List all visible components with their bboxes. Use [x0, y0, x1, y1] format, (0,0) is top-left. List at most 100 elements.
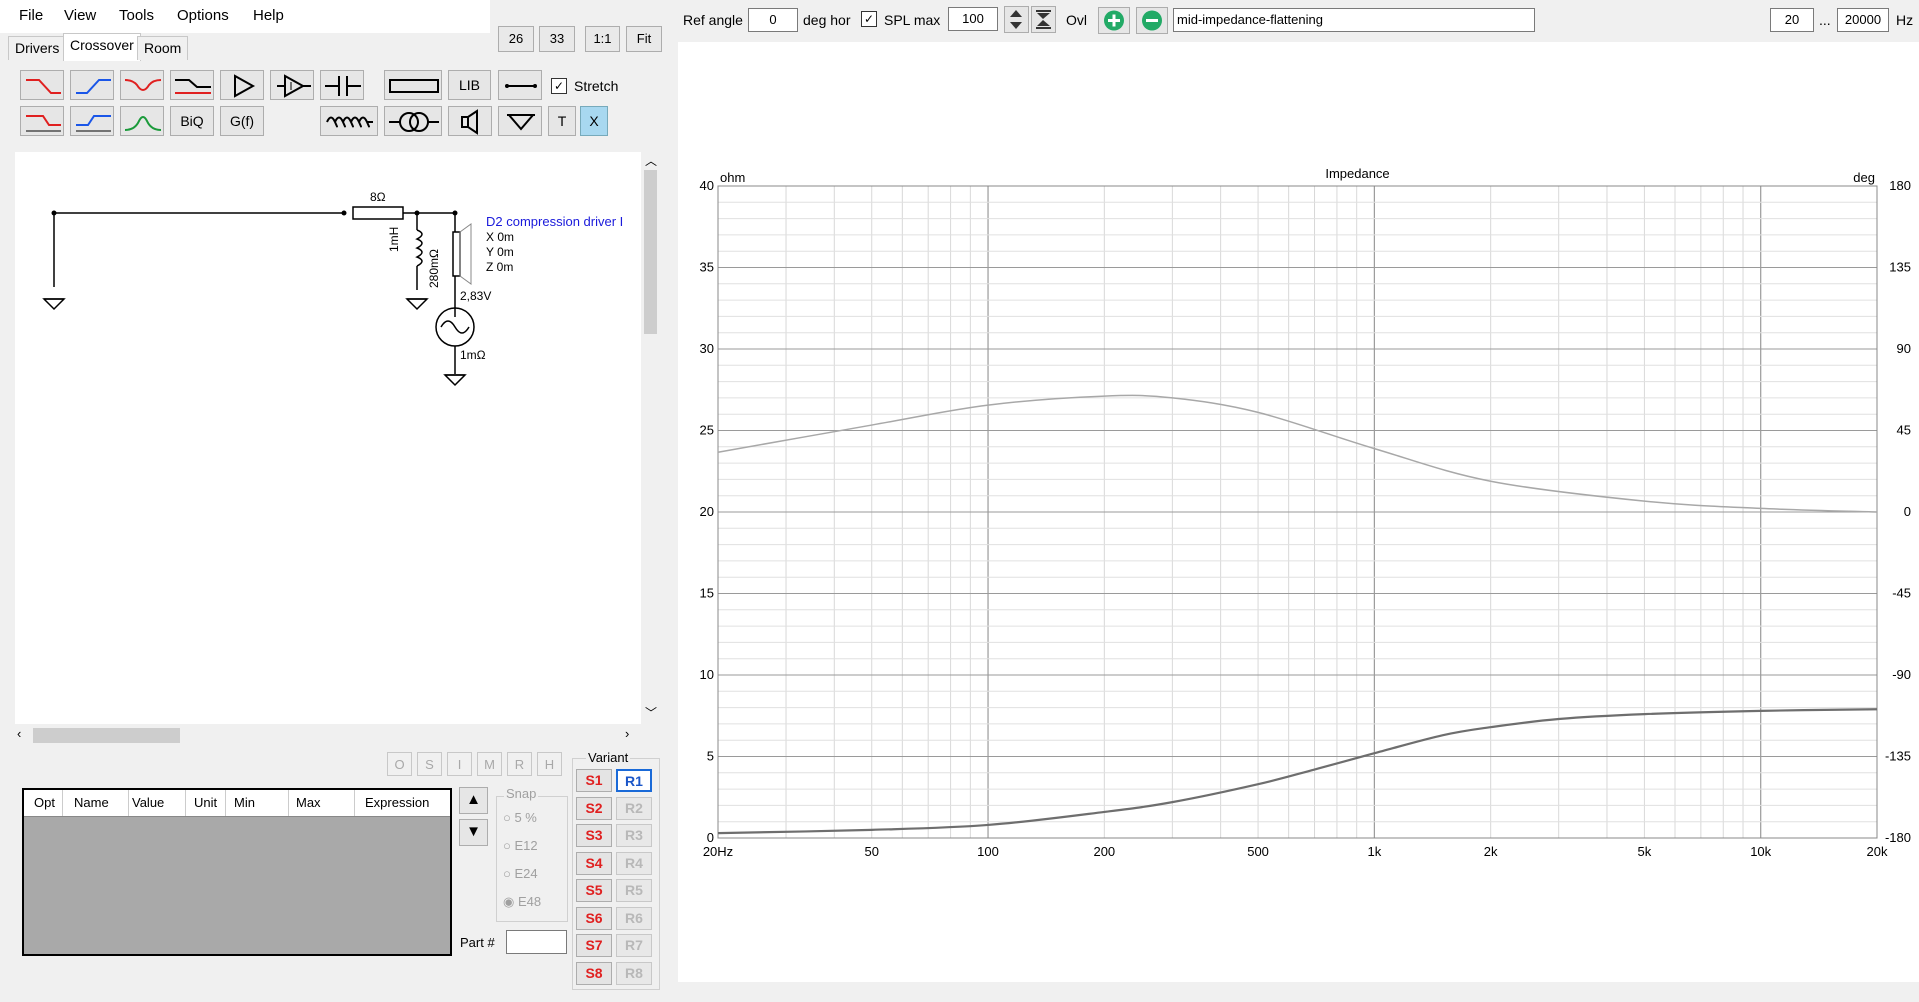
col-value[interactable]: Value — [132, 795, 164, 810]
scroll-right-icon[interactable]: › — [625, 726, 629, 741]
resistor-value-label: 8Ω — [370, 190, 386, 204]
variant-r8-button[interactable]: R8 — [616, 962, 652, 985]
lowpass-filter-button[interactable] — [20, 70, 64, 100]
resistor-icon — [389, 79, 439, 93]
variant-s2-button[interactable]: S2 — [576, 797, 612, 820]
variant-r5-button[interactable]: R5 — [616, 879, 652, 902]
x-tick-label: 20k — [1867, 844, 1888, 859]
variant-r3-button[interactable]: R3 — [616, 824, 652, 847]
param-opt-r-button[interactable]: R — [507, 752, 532, 776]
lowpass-1st-icon — [26, 115, 61, 132]
capacitor-button[interactable] — [320, 70, 364, 100]
biquad-button[interactable]: BiQ — [170, 106, 214, 136]
variant-r7-button[interactable]: R7 — [616, 934, 652, 957]
variant-s3-button[interactable]: S3 — [576, 824, 612, 847]
col-max[interactable]: Max — [296, 795, 321, 810]
spl-max-checkbox[interactable]: ✓ — [861, 11, 877, 27]
freq-max-input[interactable]: 20000 — [1837, 8, 1889, 32]
zoom-26-button[interactable]: 26 — [498, 26, 534, 52]
horizontal-scroll-thumb[interactable] — [33, 728, 180, 743]
lowpass-1st-button[interactable] — [20, 106, 64, 136]
menu-file[interactable]: File — [19, 7, 43, 24]
variant-s4-button[interactable]: S4 — [576, 852, 612, 875]
add-overlay-button[interactable] — [1098, 7, 1130, 34]
notch-filter-button[interactable] — [120, 70, 164, 100]
vertical-scroll-thumb[interactable] — [644, 170, 657, 334]
param-opt-h-button[interactable]: H — [537, 752, 562, 776]
menu-view[interactable]: View — [64, 7, 96, 24]
driver-button[interactable] — [448, 106, 492, 136]
param-opt-o-button[interactable]: O — [387, 752, 412, 776]
spl-max-input[interactable]: 100 — [948, 7, 998, 31]
remove-overlay-button[interactable] — [1136, 7, 1168, 34]
highpass-1st-button[interactable] — [70, 106, 114, 136]
param-opt-i-button[interactable]: I — [447, 752, 472, 776]
col-min[interactable]: Min — [234, 795, 255, 810]
wire-button[interactable] — [498, 70, 542, 100]
graph-panel[interactable]: 20Hz 50 100 200 500 1k 2k 5k 10k 20k 0 5 10 15 20 25 30 3… — [678, 42, 1919, 982]
x-tick-label: 200 — [1093, 844, 1115, 859]
zoom-33-button[interactable]: 33 — [539, 26, 575, 52]
spl-stepper-button[interactable] — [1004, 6, 1029, 33]
ref-angle-input[interactable]: 0 — [748, 8, 798, 32]
menu-options[interactable]: Options — [177, 7, 229, 24]
variant-s1-button[interactable]: S1 — [576, 769, 612, 792]
move-up-button[interactable]: ▲ — [459, 787, 488, 814]
zoom-fit-button[interactable]: Fit — [626, 26, 662, 52]
inductor-icon — [326, 116, 373, 128]
variant-s6-button[interactable]: S6 — [576, 907, 612, 930]
capacitor-icon — [325, 76, 361, 96]
overlay-name-field[interactable]: mid-impedance-flattening — [1173, 8, 1535, 32]
zoom-1-1-button[interactable]: 1:1 — [585, 26, 620, 52]
ground-button[interactable] — [498, 106, 542, 136]
variant-r6-button[interactable]: R6 — [616, 907, 652, 930]
library-button[interactable]: LIB — [448, 70, 491, 100]
col-unit[interactable]: Unit — [194, 795, 217, 810]
menu-tools[interactable]: Tools — [119, 7, 154, 24]
snap-option-e48[interactable]: ◉ E48 — [503, 894, 541, 910]
scroll-up-icon[interactable]: ︿ — [645, 152, 657, 169]
col-expression[interactable]: Expression — [365, 795, 429, 810]
variant-r4-button[interactable]: R4 — [616, 852, 652, 875]
buffer-button[interactable] — [270, 70, 314, 100]
spl-auto-range-button[interactable] — [1031, 6, 1056, 33]
part-number-input[interactable] — [506, 930, 567, 954]
highpass-filter-button[interactable] — [70, 70, 114, 100]
schematic-vertical-scrollbar[interactable]: ︿ ﹀ — [641, 152, 660, 724]
stretch-checkbox[interactable]: ✓ — [551, 78, 567, 94]
snap-option-5pct[interactable]: ○ 5 % — [503, 810, 537, 825]
tab-room[interactable]: Room — [137, 36, 189, 60]
variant-s5-button[interactable]: S5 — [576, 879, 612, 902]
scroll-left-icon[interactable]: ‹ — [17, 726, 21, 741]
variant-s8-button[interactable]: S8 — [576, 962, 612, 985]
snap-option-e24[interactable]: ○ E24 — [503, 866, 538, 881]
schematic-canvas[interactable]: 8Ω 1mH 280mΩ D2 compression driver I X 0… — [15, 152, 641, 724]
bandpass-filter-button[interactable] — [120, 106, 164, 136]
variant-s7-button[interactable]: S7 — [576, 934, 612, 957]
driver-name-label[interactable]: D2 compression driver I — [486, 214, 641, 229]
delete-tool-button[interactable]: X — [580, 106, 608, 136]
param-opt-m-button[interactable]: M — [477, 752, 502, 776]
move-down-button[interactable]: ▼ — [459, 819, 488, 846]
variant-r1-button[interactable]: R1 — [616, 769, 652, 792]
freq-min-input[interactable]: 20 — [1770, 8, 1814, 32]
col-opt[interactable]: Opt — [34, 795, 55, 810]
tab-crossover[interactable]: Crossover — [63, 33, 141, 61]
scroll-down-icon[interactable]: ﹀ — [645, 704, 657, 721]
amplifier-button[interactable] — [220, 70, 264, 100]
col-name[interactable]: Name — [74, 795, 109, 810]
shelf-filter-button[interactable] — [170, 70, 214, 100]
transformer-button[interactable] — [384, 106, 442, 136]
inductor-button[interactable] — [320, 106, 378, 136]
snap-option-e12[interactable]: ○ E12 — [503, 838, 538, 853]
param-opt-s-button[interactable]: S — [417, 752, 442, 776]
transfer-function-button[interactable]: G(f) — [220, 106, 264, 136]
resistor-button[interactable] — [384, 70, 442, 100]
schematic-horizontal-scrollbar[interactable]: ‹ › — [15, 724, 641, 746]
text-tool-button[interactable]: T — [548, 106, 576, 136]
y-tick-label: 20 — [700, 504, 714, 519]
variant-r2-button[interactable]: R2 — [616, 797, 652, 820]
parameter-table[interactable]: Opt Name Value Unit Min Max Expression — [22, 788, 452, 956]
menu-help[interactable]: Help — [253, 7, 284, 24]
tab-drivers[interactable]: Drivers — [8, 36, 67, 60]
